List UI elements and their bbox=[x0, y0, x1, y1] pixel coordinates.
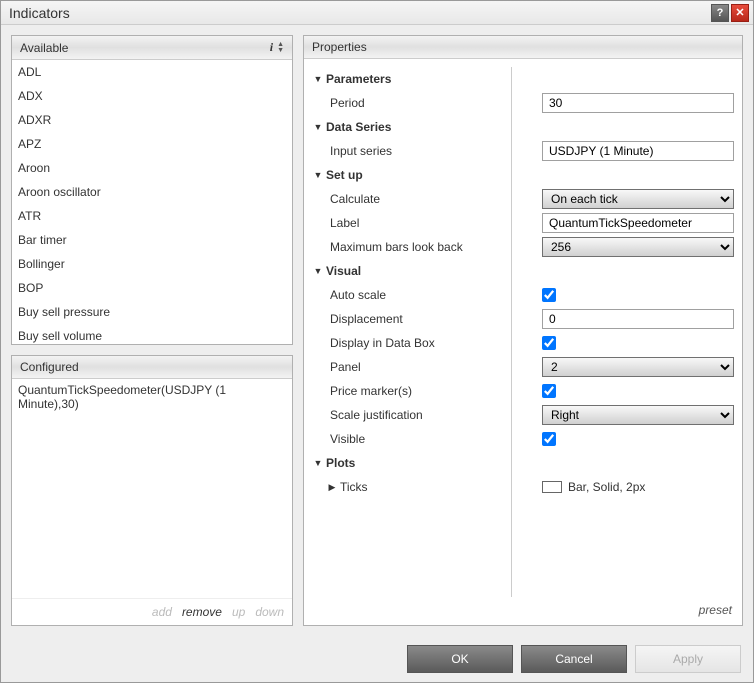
visible-label: Visible bbox=[330, 432, 365, 446]
list-item[interactable]: Aroon bbox=[12, 156, 292, 180]
max-bars-select[interactable]: 256 bbox=[542, 237, 734, 257]
configured-panel: Configured QuantumTickSpeedometer(USDJPY… bbox=[11, 355, 293, 626]
section-data-series: Data Series bbox=[326, 120, 391, 134]
display-db-checkbox[interactable] bbox=[542, 336, 556, 350]
list-item[interactable]: ADL bbox=[12, 60, 292, 84]
help-button[interactable]: ? bbox=[711, 4, 729, 22]
panel-label: Panel bbox=[330, 360, 361, 374]
list-item[interactable]: QuantumTickSpeedometer(USDJPY (1 Minute)… bbox=[12, 379, 292, 415]
window-title: Indicators bbox=[9, 5, 70, 21]
info-icon[interactable]: i bbox=[270, 40, 273, 55]
list-item[interactable]: ADX bbox=[12, 84, 292, 108]
list-item[interactable]: ATR bbox=[12, 204, 292, 228]
available-panel: Available i ▲▼ ADLADXADXRAPZAroonAroon o… bbox=[11, 35, 293, 345]
ticks-label: Ticks bbox=[340, 480, 368, 494]
scale-just-label: Scale justification bbox=[330, 408, 423, 422]
available-header: Available bbox=[20, 41, 68, 55]
calculate-select[interactable]: On each tick bbox=[542, 189, 734, 209]
visible-checkbox[interactable] bbox=[542, 432, 556, 446]
close-button[interactable]: ✕ bbox=[731, 4, 749, 22]
period-label: Period bbox=[330, 96, 365, 110]
auto-scale-checkbox[interactable] bbox=[542, 288, 556, 302]
preset-link[interactable]: preset bbox=[699, 603, 732, 617]
price-marker-label: Price marker(s) bbox=[330, 384, 412, 398]
up-action[interactable]: up bbox=[232, 605, 245, 619]
input-series-label: Input series bbox=[330, 144, 392, 158]
plot-color-swatch[interactable] bbox=[542, 481, 562, 493]
configured-list[interactable]: QuantumTickSpeedometer(USDJPY (1 Minute)… bbox=[12, 379, 292, 415]
add-action[interactable]: add bbox=[152, 605, 172, 619]
max-bars-label: Maximum bars look back bbox=[330, 240, 463, 254]
label-label: Label bbox=[330, 216, 359, 230]
label-input[interactable] bbox=[542, 213, 734, 233]
chevron-down-icon[interactable]: ▼ bbox=[312, 74, 324, 84]
section-parameters: Parameters bbox=[326, 72, 391, 86]
price-marker-checkbox[interactable] bbox=[542, 384, 556, 398]
calculate-label: Calculate bbox=[330, 192, 380, 206]
configured-header: Configured bbox=[20, 360, 79, 374]
displacement-input[interactable] bbox=[542, 309, 734, 329]
section-visual: Visual bbox=[326, 264, 361, 278]
configured-actions: add remove up down bbox=[12, 598, 292, 625]
list-item[interactable]: ADXR bbox=[12, 108, 292, 132]
section-plots: Plots bbox=[326, 456, 355, 470]
titlebar: Indicators ? ✕ bbox=[1, 1, 753, 25]
ticks-desc: Bar, Solid, 2px bbox=[568, 480, 645, 494]
cancel-button[interactable]: Cancel bbox=[521, 645, 627, 673]
auto-scale-label: Auto scale bbox=[330, 288, 386, 302]
chevron-right-icon[interactable]: ▶ bbox=[326, 482, 338, 493]
list-item[interactable]: BOP bbox=[12, 276, 292, 300]
down-action[interactable]: down bbox=[255, 605, 284, 619]
section-setup: Set up bbox=[326, 168, 363, 182]
list-item[interactable]: APZ bbox=[12, 132, 292, 156]
chevron-down-icon[interactable]: ▼ bbox=[312, 122, 324, 132]
list-item[interactable]: Bollinger bbox=[12, 252, 292, 276]
displacement-label: Displacement bbox=[330, 312, 403, 326]
display-db-label: Display in Data Box bbox=[330, 336, 435, 350]
dialog-buttons: OK Cancel Apply bbox=[1, 636, 753, 682]
available-list[interactable]: ADLADXADXRAPZAroonAroon oscillatorATRBar… bbox=[12, 60, 292, 344]
list-item[interactable]: Buy sell volume bbox=[12, 324, 292, 344]
properties-panel: Properties ▼Parameters Period ▼Data Seri… bbox=[303, 35, 743, 626]
list-item[interactable]: Aroon oscillator bbox=[12, 180, 292, 204]
list-item[interactable]: Buy sell pressure bbox=[12, 300, 292, 324]
period-input[interactable] bbox=[542, 93, 734, 113]
properties-header: Properties bbox=[312, 40, 367, 54]
ok-button[interactable]: OK bbox=[407, 645, 513, 673]
chevron-down-icon[interactable]: ▼ bbox=[312, 170, 324, 180]
panel-select[interactable]: 2 bbox=[542, 357, 734, 377]
scale-just-select[interactable]: Right bbox=[542, 405, 734, 425]
indicators-dialog: Indicators ? ✕ Available i ▲▼ ADLADXA bbox=[0, 0, 754, 683]
chevron-down-icon[interactable]: ▼ bbox=[312, 458, 324, 468]
chevron-down-icon[interactable]: ▼ bbox=[312, 266, 324, 276]
input-series-input[interactable] bbox=[542, 141, 734, 161]
apply-button[interactable]: Apply bbox=[635, 645, 741, 673]
sort-spinner[interactable]: ▲▼ bbox=[277, 42, 284, 54]
remove-action[interactable]: remove bbox=[182, 605, 222, 619]
list-item[interactable]: Bar timer bbox=[12, 228, 292, 252]
